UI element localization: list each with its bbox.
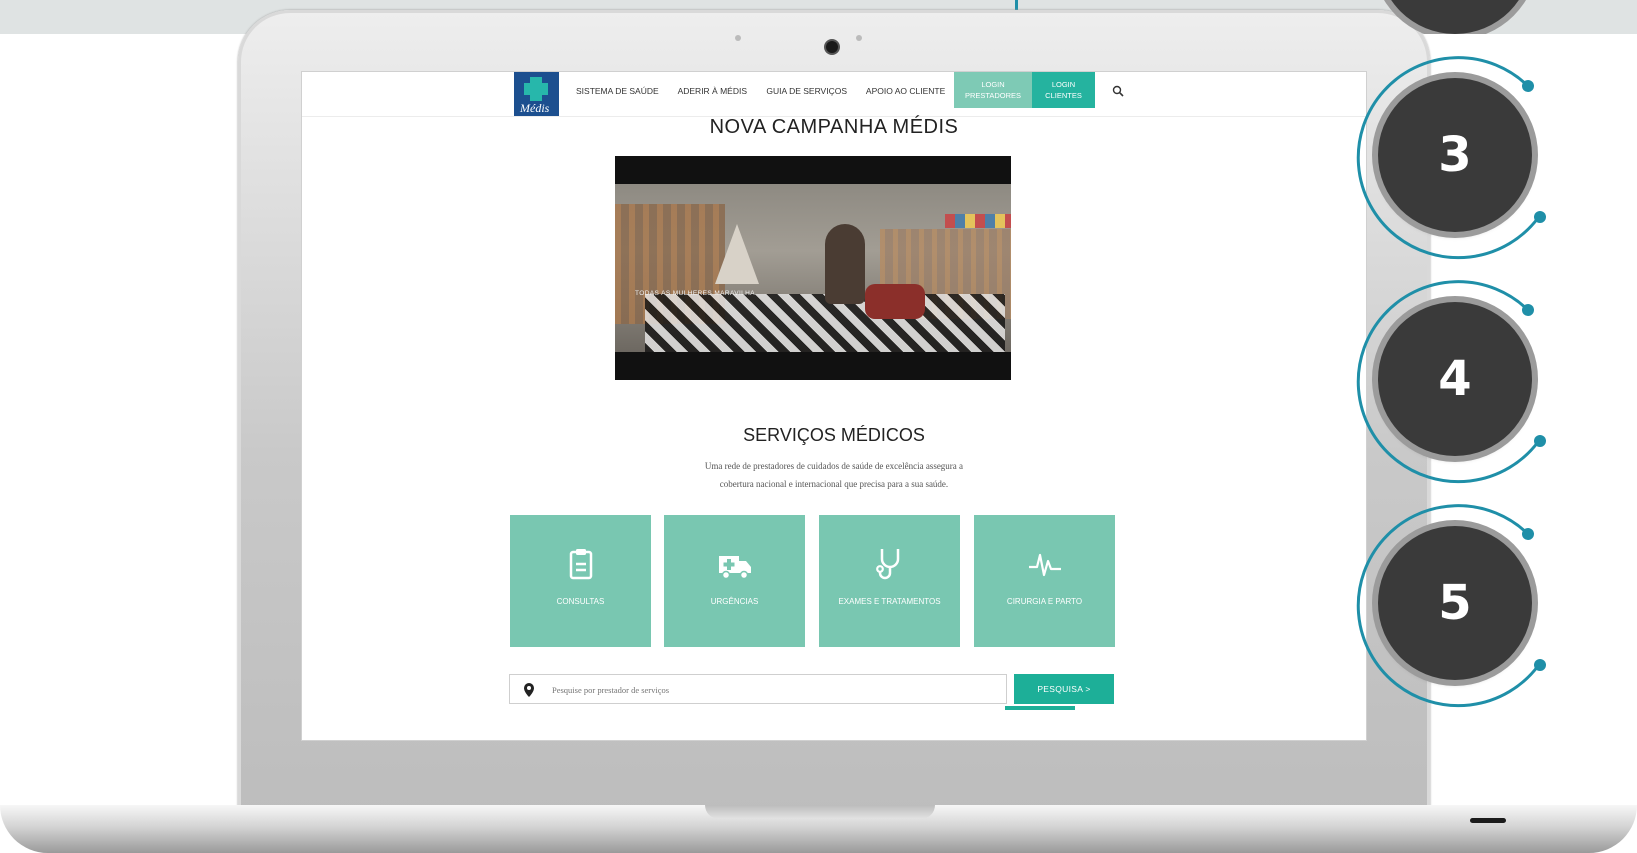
slide-marker-5[interactable]: 5 [1352,500,1558,708]
heartbeat-icon [1028,553,1061,577]
webcam-icon [826,41,838,53]
location-pin-icon [524,683,534,697]
tile-cirurgia-e-parto[interactable]: CIRURGIA E PARTO [974,515,1115,647]
nav-sistema-de-saude[interactable]: SISTEMA DE SAÚDE [576,86,659,96]
provider-search-input[interactable] [550,680,994,700]
marker-number: 3 [1438,127,1472,183]
marker-2-partial[interactable] [1378,0,1532,34]
tile-urgencias[interactable]: URGÊNCIAS [664,515,805,647]
tile-label: URGÊNCIAS [710,597,759,606]
slide-marker-4[interactable]: 4 [1352,276,1558,484]
bezel-dot-right [856,35,862,41]
video-teepee [715,224,759,284]
bezel-dot-left [735,35,741,41]
power-led [1470,818,1506,823]
nav-aderir-a-medis[interactable]: ADERIR À MÉDIS [678,86,747,96]
nav-apoio-ao-cliente[interactable]: APOIO AO CLIENTE [866,86,945,96]
services-description-line2: cobertura nacional e internacional que p… [719,479,949,489]
services-description: Uma rede de prestadores de cuidados de s… [302,457,1366,493]
search-underline [1005,706,1075,710]
tile-exames-e-tratamentos[interactable]: EXAMES E TRATAMENTOS [819,515,960,647]
slide-marker-3[interactable]: 3 [1352,52,1558,260]
video-caption: TODAS AS MULHERES MARAVILHA [635,290,756,297]
video-rocking-horse [865,284,925,319]
laptop-notch [705,805,935,819]
search-icon[interactable] [1112,85,1124,97]
tile-label: CIRURGIA E PARTO [1006,597,1083,606]
services-title: SERVIÇOS MÉDICOS [743,425,925,445]
video-rug [645,294,1005,352]
tile-consultas[interactable]: CONSULTAS [510,515,651,647]
laptop-screen: Médis SISTEMA DE SAÚDE ADERIR À MÉDIS GU… [301,71,1367,741]
services-description-line1: Uma rede de prestadores de cuidados de s… [704,461,964,471]
provider-search-field[interactable] [509,674,1007,704]
campaign-video[interactable]: TODAS AS MULHERES MARAVILHA [615,156,1011,380]
ambulance-icon [718,556,751,580]
clipboard-icon [569,549,592,580]
video-bunting [945,214,1011,228]
site-header: Médis SISTEMA DE SAÚDE ADERIR À MÉDIS GU… [302,72,1366,117]
main-nav: SISTEMA DE SAÚDE ADERIR À MÉDIS GUIA DE … [576,86,962,96]
marker-disc [1378,0,1532,34]
tile-label: CONSULTAS [556,597,605,606]
marker-number: 4 [1438,351,1472,407]
video-person [825,224,865,304]
tile-label: EXAMES E TRATAMENTOS [838,597,941,606]
pesquisa-button[interactable]: PESQUISA > [1014,674,1114,704]
marker-number: 5 [1438,575,1472,631]
login-clientes-button[interactable]: LOGIN CLIENTES [1032,72,1095,108]
video-frame: TODAS AS MULHERES MARAVILHA [615,184,1011,352]
campaign-title: NOVA CAMPANHA MÉDIS [709,116,959,138]
nav-guia-de-servicos[interactable]: GUIA DE SERVIÇOS [766,86,847,96]
logo-text: Médis [520,101,550,115]
login-prestadores-button[interactable]: LOGIN PRESTADORES [954,72,1032,108]
medis-logo[interactable]: Médis [514,72,559,116]
stethoscope-icon [875,549,899,580]
logo-cross-bar [524,83,548,95]
